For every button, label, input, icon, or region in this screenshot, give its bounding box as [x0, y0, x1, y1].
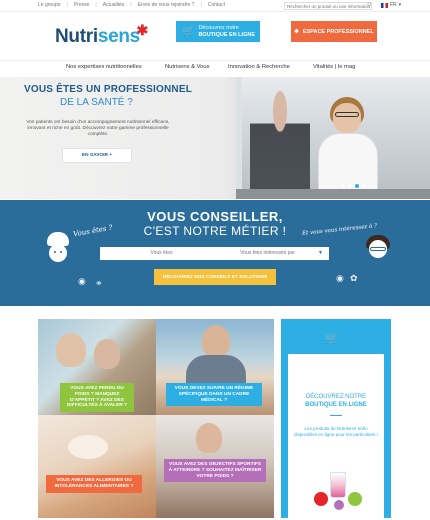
top-utility-bar: Le groupe | Presse | Actualités | Envie …	[0, 0, 430, 12]
food-doodle-icon: ✿	[350, 273, 358, 283]
hero-title: VOUS ÊTES UN PROFESSIONNEL	[24, 84, 193, 95]
cart-icon: 🛒	[182, 26, 195, 37]
interest-value: Vous êtes intéressés par	[240, 250, 295, 256]
food-doodle-icon: ⚭	[95, 278, 103, 288]
asterisk-icon: ✱	[332, 348, 338, 355]
online-shop-line1: Découvrez notre	[198, 25, 239, 31]
who-are-you-select[interactable]: Vous êtes ▼	[100, 247, 223, 260]
carousel-dot[interactable]	[362, 184, 366, 188]
utility-links: Le groupe | Presse | Actualités | Envie …	[38, 2, 225, 8]
online-shop-button[interactable]: 🛒 Découvrez notre BOUTIQUE EN LIGNE	[176, 21, 260, 42]
chef-face	[49, 244, 67, 262]
fruit-image	[334, 500, 344, 510]
tile-label: VOUS AVEZ PERDU DU POIDS ? MANQUEZ D'APP…	[60, 383, 134, 413]
professional-space-label: ESPACE PROFESSIONNEL	[302, 28, 374, 35]
discover-advice-button[interactable]: DÉCOUVREZ NOS CONSEILS ET SOLUTIONS	[154, 269, 276, 285]
nav-item-vitalites[interactable]: Vitalités | le mag	[313, 64, 355, 70]
hero-text: Vos patients ont besoin d'un accompagnem…	[26, 120, 170, 137]
language-code: FR	[390, 2, 397, 8]
separator: |	[66, 2, 68, 8]
nav-item-expertises[interactable]: Nos expertises nutritionnelles	[66, 64, 142, 70]
search-input[interactable]	[284, 2, 372, 10]
hero-photo-frame	[236, 77, 242, 199]
utility-link-rejoindre[interactable]: Envie de nous rejoindre ?	[138, 2, 195, 8]
learn-more-button[interactable]: EN SAVOIR +	[62, 148, 132, 163]
logo-text-part2: sens	[97, 26, 140, 47]
promo-card: ✱ DÉCOUVREZ NOTRE BOUTIQUE EN LIGNE Les …	[288, 348, 384, 518]
hero-photo-patient	[250, 82, 310, 199]
separator: |	[200, 2, 202, 8]
hero-subtitle: DE LA SANTÉ ?	[60, 97, 133, 108]
tile-label: VOUS DEVEZ SUIVRE UN RÉGIME SPÉCIFIQUE D…	[166, 383, 262, 407]
fruit-image	[348, 492, 362, 506]
profile-tiles-grid: VOUS AVEZ PERDU DU POIDS ? MANQUEZ D'APP…	[38, 319, 274, 518]
doctor-illustration-glasses	[370, 247, 386, 251]
utility-link-presse[interactable]: Presse	[74, 2, 90, 8]
cart-icon: 🛒	[325, 333, 339, 345]
separator: |	[95, 2, 97, 8]
hero-photo-desk	[236, 189, 430, 199]
site-header: Nutrisens ✱ 🛒 Découvrez notre BOUTIQUE E…	[0, 12, 430, 60]
chef-illustration	[42, 232, 74, 270]
tile-allergies[interactable]: VOUS AVEZ DES ALLERGIES OU INTOLÉRANCES …	[38, 415, 156, 518]
logo-text-part1: Nutri	[55, 26, 98, 47]
language-selector[interactable]: FR ▾	[381, 2, 401, 8]
chevron-down-icon: ▼	[318, 250, 323, 256]
tile-label: VOUS AVEZ DES OBJECTIFS SPORTIFS À ATTEI…	[164, 459, 266, 483]
online-shop-label: Découvrez notre BOUTIQUE EN LIGNE	[198, 25, 255, 38]
photo-figure	[202, 325, 230, 357]
chef-eye	[60, 251, 62, 253]
doctor-illustration	[364, 235, 392, 267]
chevron-down-icon: ▾	[398, 2, 402, 8]
who-are-you-value: Vous êtes	[150, 250, 173, 256]
doctor-face	[333, 103, 361, 133]
divider	[330, 415, 342, 416]
advice-section: VOUS CONSEILLER, C'EST NOTRE MÉTIER ! Vo…	[0, 200, 430, 306]
doctor-glasses	[335, 112, 359, 117]
hero-banner: VOUS ÊTES UN PROFESSIONNEL DE LA SANTÉ ?…	[0, 77, 430, 199]
nav-item-innovation[interactable]: Innovation & Recherche	[228, 64, 290, 70]
search-icon[interactable]: ⚲	[367, 2, 371, 10]
separator: |	[130, 2, 132, 8]
food-doodle-icon: ◉	[78, 276, 86, 286]
carousel-dot[interactable]	[341, 184, 345, 188]
fruit-image	[314, 492, 328, 506]
photo-figure	[196, 423, 222, 453]
photo-figure	[56, 333, 86, 367]
tile-weight-loss[interactable]: VOUS AVEZ PERDU DU POIDS ? MANQUEZ D'APP…	[38, 319, 156, 415]
online-shop-promo[interactable]: 🛒 ✱ DÉCOUVREZ NOTRE BOUTIQUE EN LIGNE Le…	[281, 319, 391, 518]
main-navigation: Nos expertises nutritionnelles Nutrisens…	[0, 60, 430, 76]
utility-link-contact[interactable]: Contact	[208, 2, 225, 8]
carousel-dot-active[interactable]	[355, 184, 359, 188]
logo-star-icon: ✱	[136, 22, 149, 38]
carousel-dots	[341, 184, 366, 188]
utility-link-groupe[interactable]: Le groupe	[38, 2, 61, 8]
interest-select[interactable]: Vous êtes intéressés par ▼	[206, 247, 329, 260]
tile-photo-food	[38, 415, 156, 518]
promo-text: Les produits de Nutrisens enfin disponib…	[294, 426, 379, 437]
promo-title-line1: DÉCOUVREZ NOTRE	[305, 394, 367, 400]
professional-space-button[interactable]: ✱ ESPACE PROFESSIONNEL	[291, 21, 377, 42]
chef-eye	[54, 251, 56, 253]
nutrisens-logo[interactable]: Nutrisens ✱	[55, 22, 148, 48]
tile-sport[interactable]: VOUS AVEZ DES OBJECTIFS SPORTIFS À ATTEI…	[156, 415, 274, 518]
advice-heading-line1: VOUS CONSEILLER,	[147, 209, 283, 224]
photo-figure	[94, 339, 120, 369]
carousel-dot[interactable]	[348, 184, 352, 188]
tile-label: VOUS AVEZ DES ALLERGIES OU INTOLÉRANCES …	[46, 475, 142, 493]
food-doodle-icon: ◉	[336, 273, 344, 283]
promo-title-line2: BOUTIQUE EN LIGNE	[305, 402, 367, 408]
photo-figure	[68, 435, 108, 459]
nav-item-nutrisens-vous[interactable]: Nutrisens & Vous	[165, 64, 209, 70]
tile-medical-diet[interactable]: VOUS DEVEZ SUIVRE UN RÉGIME SPÉCIFIQUE D…	[156, 319, 274, 415]
france-flag-icon	[381, 2, 388, 8]
asterisk-icon: ✱	[294, 28, 299, 35]
smoothie-glass-image	[330, 472, 346, 498]
online-shop-line2: BOUTIQUE EN LIGNE	[198, 31, 255, 38]
utility-link-actualites[interactable]: Actualités	[103, 2, 125, 8]
